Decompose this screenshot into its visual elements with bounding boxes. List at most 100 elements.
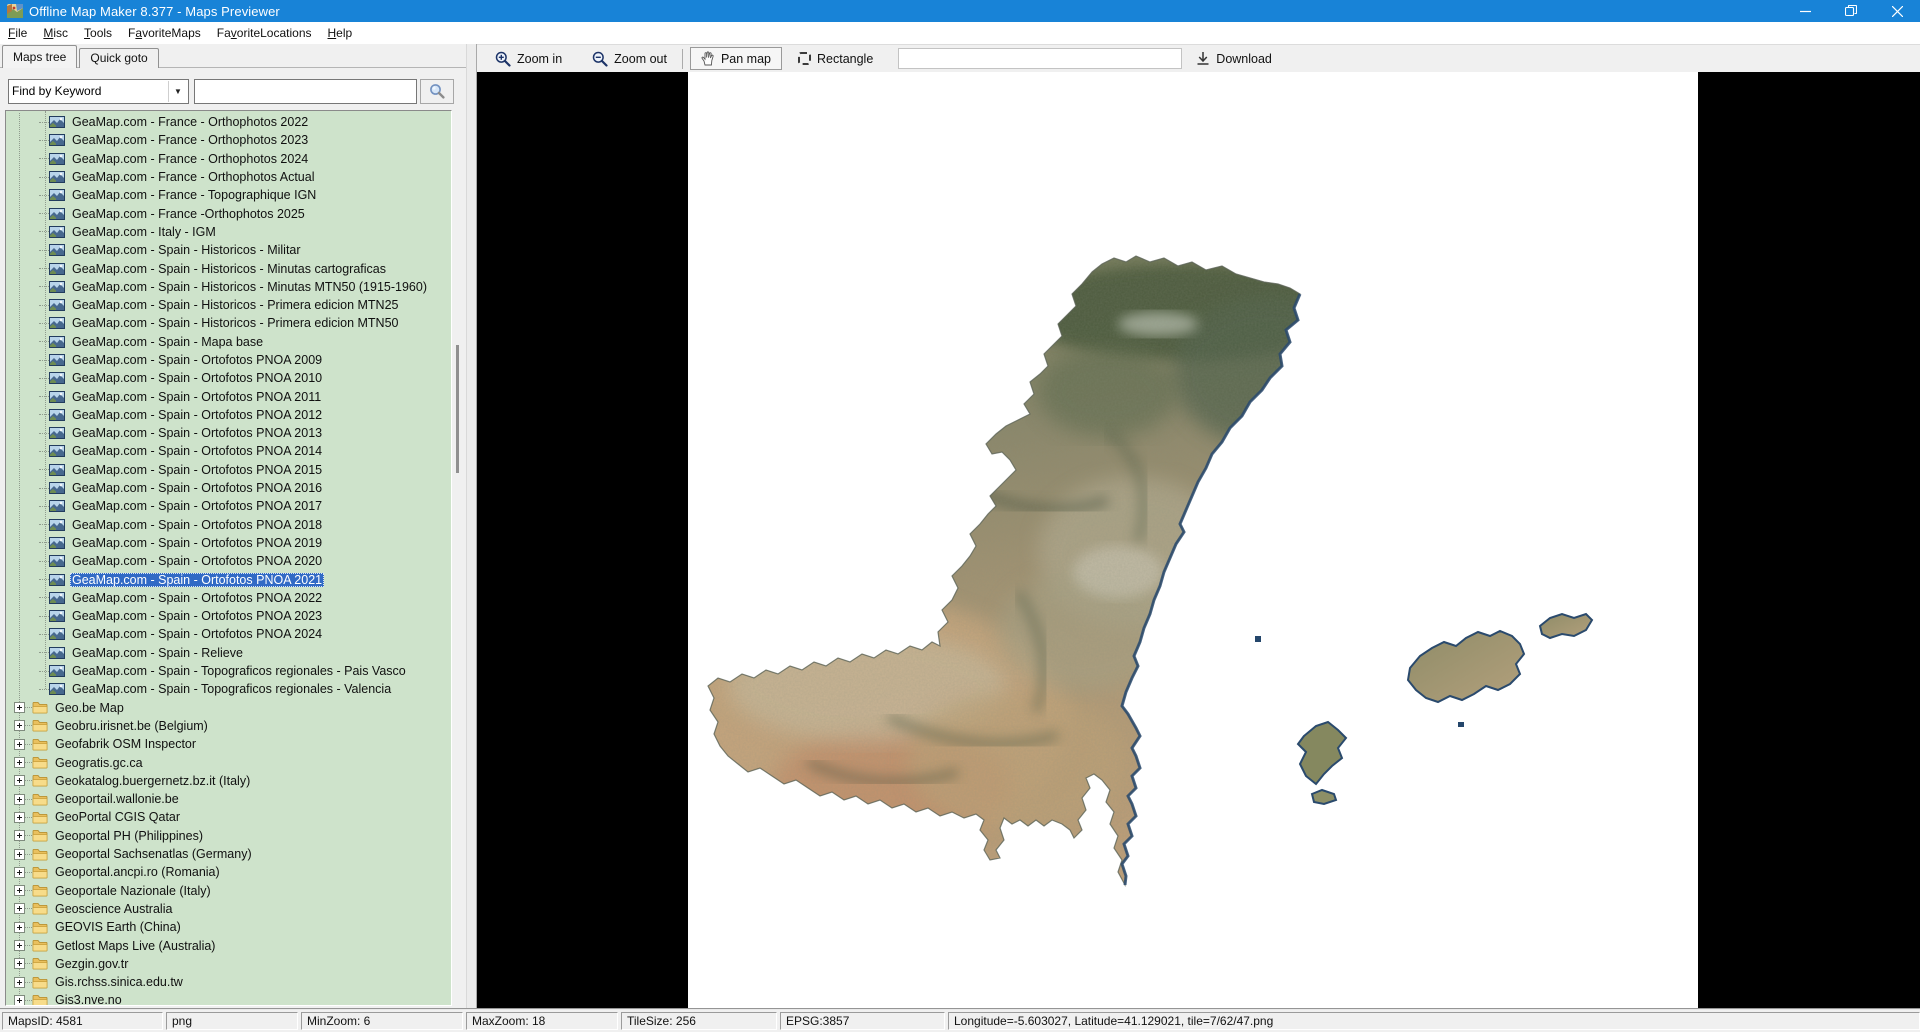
tree-item[interactable]: Geokatalog.buergernetz.bz.it (Italy) (6, 772, 451, 790)
tree-item-label: GeaMap.com - Spain - Historicos - Milita… (70, 243, 303, 257)
minimize-button[interactable] (1782, 0, 1828, 22)
menu-item-favoritemaps[interactable]: FavoriteMaps (120, 22, 209, 43)
expand-plus-icon[interactable] (14, 867, 25, 878)
tree-item[interactable]: GeaMap.com - Spain - Mapa base (6, 333, 451, 351)
tree-item[interactable]: Geofabrik OSM Inspector (6, 735, 451, 753)
tree-item[interactable]: GeaMap.com - France -Orthophotos 2025 (6, 204, 451, 222)
minimize-icon (1800, 6, 1811, 17)
menu-item-help[interactable]: Help (320, 22, 361, 43)
tree-item[interactable]: Geoscience Australia (6, 900, 451, 918)
download-button[interactable]: Download (1188, 48, 1280, 69)
search-mode-value[interactable] (12, 80, 164, 103)
tree-item[interactable]: GeaMap.com - Spain - Ortofotos PNOA 2010 (6, 369, 451, 387)
expand-plus-icon[interactable] (14, 720, 25, 731)
menu-item-misc[interactable]: Misc (35, 22, 76, 43)
pan-map-button[interactable]: Pan map (690, 47, 782, 70)
tree-item[interactable]: GeaMap.com - Spain - Historicos - Primer… (6, 296, 451, 314)
search-button[interactable] (420, 79, 454, 104)
tree-item[interactable]: GeaMap.com - Spain - Ortofotos PNOA 2011 (6, 387, 451, 405)
expand-plus-icon[interactable] (14, 940, 25, 951)
tree-item[interactable]: GeaMap.com - Spain - Ortofotos PNOA 2022 (6, 589, 451, 607)
expand-plus-icon[interactable] (14, 885, 25, 896)
tree-item[interactable]: Geogratis.gc.ca (6, 753, 451, 771)
tree-item[interactable]: GeaMap.com - Spain - Historicos - Milita… (6, 241, 451, 259)
chevron-down-icon[interactable]: ▼ (168, 81, 187, 102)
expand-plus-icon[interactable] (14, 812, 25, 823)
tree-item[interactable]: GeaMap.com - Spain - Ortofotos PNOA 2013 (6, 424, 451, 442)
zoom-in-button[interactable]: Zoom in (487, 48, 570, 70)
tab-maps-tree[interactable]: Maps tree (2, 45, 77, 68)
expand-plus-icon[interactable] (14, 757, 25, 768)
tree-item[interactable]: GeaMap.com - France - Orthophotos 2024 (6, 150, 451, 168)
expand-plus-icon[interactable] (14, 995, 25, 1006)
tree-item[interactable]: GeaMap.com - Spain - Relieve (6, 644, 451, 662)
tree-item[interactable]: GeaMap.com - Spain - Ortofotos PNOA 2017 (6, 497, 451, 515)
coordinates-input[interactable] (898, 48, 1182, 69)
tree-item[interactable]: GeaMap.com - Spain - Ortofotos PNOA 2019 (6, 534, 451, 552)
rectangle-button[interactable]: Rectangle (790, 49, 881, 69)
tree-scrollbar-thumb[interactable] (456, 345, 459, 473)
tree-item[interactable]: Getlost Maps Live (Australia) (6, 936, 451, 954)
tree-item-label: GeaMap.com - France - Orthophotos Actual (70, 170, 316, 184)
tree-item[interactable]: GeaMap.com - France - Orthophotos 2022 (6, 113, 451, 131)
expand-plus-icon[interactable] (14, 830, 25, 841)
tree-item-label: GeaMap.com - France - Orthophotos 2022 (70, 115, 310, 129)
tree-item[interactable]: Gis.rchss.sinica.edu.tw (6, 973, 451, 991)
expand-plus-icon[interactable] (14, 702, 25, 713)
tree-item[interactable]: GeaMap.com - Spain - Ortofotos PNOA 2024 (6, 625, 451, 643)
tree-item[interactable]: GeaMap.com - Spain - Ortofotos PNOA 2014 (6, 442, 451, 460)
status-segment: EPSG:3857 (780, 1012, 945, 1030)
tree-item[interactable]: Geoportal.ancpi.ro (Romania) (6, 863, 451, 881)
restore-button[interactable] (1828, 0, 1874, 22)
map-layer-icon (49, 299, 65, 311)
tree-item[interactable]: Geoportal Sachsenatlas (Germany) (6, 845, 451, 863)
tree-item[interactable]: GeaMap.com - Spain - Ortofotos PNOA 2020 (6, 552, 451, 570)
tree-item[interactable]: GeoPortal CGIS Qatar (6, 808, 451, 826)
tree-item[interactable]: GeaMap.com - France - Topographique IGN (6, 186, 451, 204)
tree-item-label: GeaMap.com - Spain - Ortofotos PNOA 2017 (70, 499, 324, 513)
tree-item[interactable]: GeaMap.com - Spain - Topograficos region… (6, 662, 451, 680)
expand-plus-icon[interactable] (14, 903, 25, 914)
search-mode-combobox[interactable]: ▼ (8, 79, 189, 104)
tree-item[interactable]: GeaMap.com - Spain - Historicos - Primer… (6, 314, 451, 332)
tree-item[interactable]: GeaMap.com - Spain - Ortofotos PNOA 2023 (6, 607, 451, 625)
tree-item[interactable]: GeaMap.com - Spain - Ortofotos PNOA 2009 (6, 351, 451, 369)
tree-item[interactable]: GEOVIS Earth (China) (6, 918, 451, 936)
expand-plus-icon[interactable] (14, 922, 25, 933)
tree-item[interactable]: Geoportail.wallonie.be (6, 790, 451, 808)
tree-item[interactable]: GeaMap.com - Spain - Topograficos region… (6, 680, 451, 698)
expand-plus-icon[interactable] (14, 775, 25, 786)
tree-item[interactable]: Geobru.irisnet.be (Belgium) (6, 717, 451, 735)
search-input[interactable] (194, 79, 417, 104)
expand-plus-icon[interactable] (14, 977, 25, 988)
tree-item[interactable]: GeaMap.com - Spain - Ortofotos PNOA 2016 (6, 479, 451, 497)
tree-item[interactable]: GeaMap.com - Italy - IGM (6, 223, 451, 241)
expand-plus-icon[interactable] (14, 958, 25, 969)
map-layer-icon (49, 409, 65, 421)
tree-item[interactable]: GeaMap.com - Spain - Ortofotos PNOA 2012 (6, 406, 451, 424)
expand-plus-icon[interactable] (14, 739, 25, 750)
tree-item[interactable]: Gezgin.gov.tr (6, 955, 451, 973)
tree-item[interactable]: GeaMap.com - Spain - Ortofotos PNOA 2021 (6, 570, 451, 588)
map-canvas[interactable] (688, 72, 1698, 1008)
tree-item[interactable]: Gis3.nve.no (6, 991, 451, 1006)
menu-item-tools[interactable]: Tools (76, 22, 120, 43)
tree-item[interactable]: GeaMap.com - Spain - Ortofotos PNOA 2018 (6, 516, 451, 534)
tree-item[interactable]: GeaMap.com - France - Orthophotos 2023 (6, 131, 451, 149)
tree-item[interactable]: GeaMap.com - France - Orthophotos Actual (6, 168, 451, 186)
close-button[interactable] (1874, 0, 1920, 22)
expand-plus-icon[interactable] (14, 794, 25, 805)
menu-item-file[interactable]: File (0, 22, 35, 43)
panel-splitter[interactable] (466, 44, 477, 1008)
tree-item[interactable]: Geo.be Map (6, 699, 451, 717)
tree-item[interactable]: Geoportal PH (Philippines) (6, 827, 451, 845)
tree-item[interactable]: GeaMap.com - Spain - Historicos - Minuta… (6, 259, 451, 277)
tree-item[interactable]: Geoportale Nazionale (Italy) (6, 881, 451, 899)
menu-item-favoritelocations[interactable]: FavoriteLocations (209, 22, 320, 43)
tab-quick-goto[interactable]: Quick goto (79, 48, 158, 68)
map-viewport[interactable] (477, 72, 1920, 1008)
expand-plus-icon[interactable] (14, 849, 25, 860)
tree-item[interactable]: GeaMap.com - Spain - Ortofotos PNOA 2015 (6, 461, 451, 479)
tree-item[interactable]: GeaMap.com - Spain - Historicos - Minuta… (6, 278, 451, 296)
zoom-out-button[interactable]: Zoom out (584, 48, 675, 70)
